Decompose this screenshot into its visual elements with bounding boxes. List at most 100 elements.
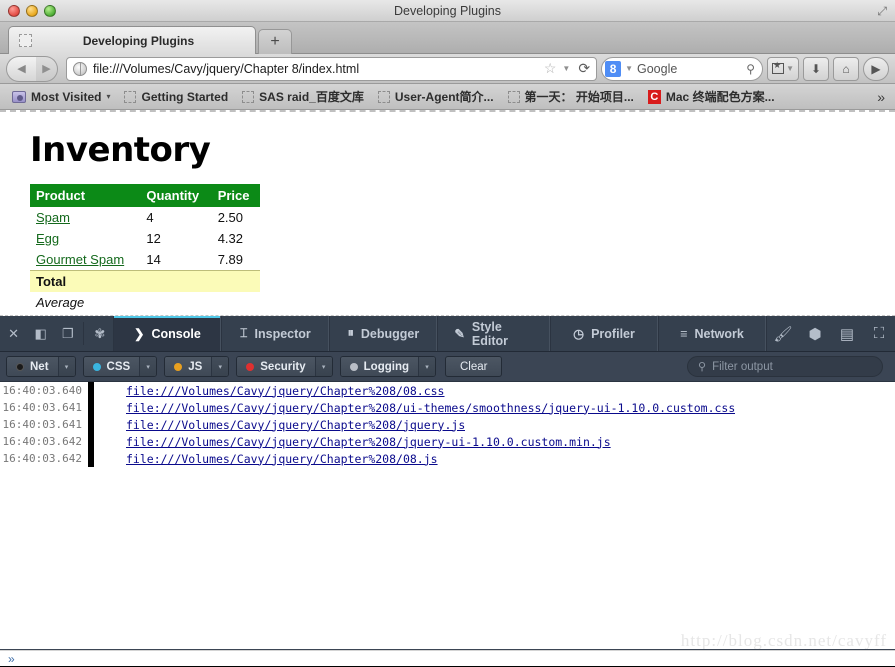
sync-button[interactable]: ▶ [863,56,889,81]
back-button[interactable]: ◀ [6,55,36,82]
filter-js-button[interactable]: JS ▾ [164,356,230,377]
filter-output-placeholder: Filter output [712,360,773,373]
console-log-row[interactable]: 16:40:03.642 file:///Volumes/Cavy/jquery… [0,433,895,450]
filter-label: Net [30,360,49,373]
search-input[interactable]: Google [637,62,742,76]
product-link-spam[interactable]: Spam [36,210,70,225]
log-message-link[interactable]: file:///Volumes/Cavy/jquery/Chapter%208/… [94,435,611,449]
paint-brush-icon[interactable]: 🖌 [767,325,799,343]
filter-net-main[interactable]: Net [7,357,58,376]
chevron-right-icon: ❯ [134,327,145,341]
filter-net-button[interactable]: Net ▾ [6,356,76,377]
bookmark-label: Getting Started [141,89,229,104]
bookmark-first-day[interactable]: 第一天： 开始项目... [502,86,640,107]
new-tab-button[interactable]: + [258,29,292,54]
tab-label: Inspector [254,326,311,341]
status-chevron-icon[interactable]: » [8,652,15,666]
tab-inspector[interactable]: ⌶ Inspector [221,316,330,351]
filter-label: Logging [363,360,409,373]
tab-debugger[interactable]: ⏸ Debugger [329,316,438,351]
responsive-design-icon[interactable]: ⛶ [863,325,895,342]
search-bar[interactable]: 8 ▼ Google ⚲ [601,56,764,81]
tab-profiler[interactable]: ◷ Profiler [550,316,659,351]
filter-css-main[interactable]: CSS [83,357,140,376]
filter-logging-button[interactable]: Logging ▾ [339,356,436,377]
product-link-egg[interactable]: Egg [36,231,59,246]
close-devtools-icon[interactable]: ✕ [0,316,27,351]
log-message-link[interactable]: file:///Volumes/Cavy/jquery/Chapter%208/… [94,452,438,466]
product-link-gourmet-spam[interactable]: Gourmet Spam [36,252,124,267]
filter-css-dropdown-icon[interactable]: ▾ [139,357,157,376]
window-title: Developing Plugins [393,4,501,18]
table-row: Egg 12 4.32 [30,228,260,249]
table-total-row: Total [30,270,260,292]
home-button[interactable]: ⌂ [833,56,859,81]
bookmark-getting-started[interactable]: Getting Started [118,88,234,106]
filter-js-dropdown-icon[interactable]: ▾ [211,357,229,376]
log-timestamp: 16:40:03.641 [2,418,82,431]
tab-label: Style Editor [471,319,508,348]
bookmarks-menu-button[interactable]: ▼ [767,56,799,81]
browser-tab-developing-plugins[interactable]: Developing Plugins [8,26,256,54]
log-timestamp: 16:40:03.641 [2,401,82,414]
network-bars-icon: ≡ [680,326,688,341]
chevron-down-icon[interactable]: ▼ [562,64,570,73]
google-logo-icon[interactable]: 8 [605,60,622,77]
bookmark-label: 第一天： 开始项目... [524,90,634,104]
globe-icon [73,61,87,76]
filter-label: JS [188,360,203,373]
console-log-row[interactable]: 16:40:03.640 file:///Volumes/Cavy/jquery… [0,382,895,399]
detach-window-icon[interactable]: ❐ [54,316,81,351]
console-log-row[interactable]: 16:40:03.641 file:///Volumes/Cavy/jquery… [0,399,895,416]
bookmarks-overflow-icon[interactable]: » [877,89,889,105]
filter-security-button[interactable]: Security ▾ [236,356,333,377]
console-log-row[interactable]: 16:40:03.642 file:///Volumes/Cavy/jquery… [0,450,895,467]
cell-average-label: Average [36,295,85,310]
cell-total-quantity [140,270,212,292]
settings-gear-icon[interactable]: ✾ [86,316,113,351]
filter-output-input[interactable]: ⚲ Filter output [687,356,883,377]
filter-js-main[interactable]: JS [165,357,212,376]
tab-console[interactable]: ❯ Console [113,316,222,351]
filter-logging-dropdown-icon[interactable]: ▾ [418,357,435,376]
bookmark-user-agent[interactable]: User-Agent简介... [372,86,500,107]
cell-average-price [212,292,260,313]
placeholder-favicon-icon [124,90,137,103]
tab-network[interactable]: ≡ Network [658,316,767,351]
filter-security-dropdown-icon[interactable]: ▾ [314,357,332,376]
bookmark-label: Most Visited [31,89,102,104]
cell-price: 2.50 [217,210,244,225]
table-header-row: Product Quantity Price [30,184,260,207]
bookmark-sas-raid[interactable]: SAS raid_百度文库 [236,86,370,107]
filter-net-dropdown-icon[interactable]: ▾ [57,357,75,376]
log-message-link[interactable]: file:///Volumes/Cavy/jquery/Chapter%208/… [94,418,465,432]
clear-console-button[interactable]: Clear [445,356,503,377]
fullscreen-icon[interactable]: ⤢ [877,4,887,18]
column-header-price: Price [211,184,260,207]
console-output[interactable]: 16:40:03.640 file:///Volumes/Cavy/jquery… [0,382,895,649]
log-message-link[interactable]: file:///Volumes/Cavy/jquery/Chapter%208/… [94,401,735,415]
filter-label: CSS [106,360,131,373]
devtools-toolbar: ✕ ◧ ❐ ✾ ❯ Console ⌶ Inspector ⏸ Debugger… [0,316,895,352]
bookmark-star-icon[interactable]: ☆ [544,60,557,77]
search-icon[interactable]: ⚲ [746,62,755,76]
scratchpad-icon[interactable]: ▤ [831,325,863,343]
bookmark-most-visited[interactable]: Most Visited ▾ [6,88,116,106]
filter-security-main[interactable]: Security [237,357,315,376]
dock-side-icon[interactable]: ◧ [27,316,54,351]
chevron-down-icon: ▾ [106,92,111,101]
log-message-link[interactable]: file:///Volumes/Cavy/jquery/Chapter%208/… [94,384,445,398]
navigation-toolbar: ◀ ▶ file:///Volumes/Cavy/jquery/Chapter … [0,54,895,84]
bookmark-mac-terminal[interactable]: C Mac 终端配色方案... [642,86,781,107]
3d-view-cube-icon[interactable]: ⬢ [799,325,831,343]
tab-style-editor[interactable]: ✎ Style Editor [437,316,551,351]
downloads-button[interactable]: ⬇ [803,56,829,81]
filter-css-button[interactable]: CSS ▾ [82,356,158,377]
filter-logging-main[interactable]: Logging [340,357,418,376]
search-engine-chevron-icon[interactable]: ▼ [625,64,633,73]
address-bar[interactable]: file:///Volumes/Cavy/jquery/Chapter 8/in… [66,56,598,81]
forward-button[interactable]: ▶ [36,55,58,82]
reload-icon[interactable]: ⟳ [578,60,590,77]
console-log-row[interactable]: 16:40:03.641 file:///Volumes/Cavy/jquery… [0,416,895,433]
folder-icon [12,90,26,103]
